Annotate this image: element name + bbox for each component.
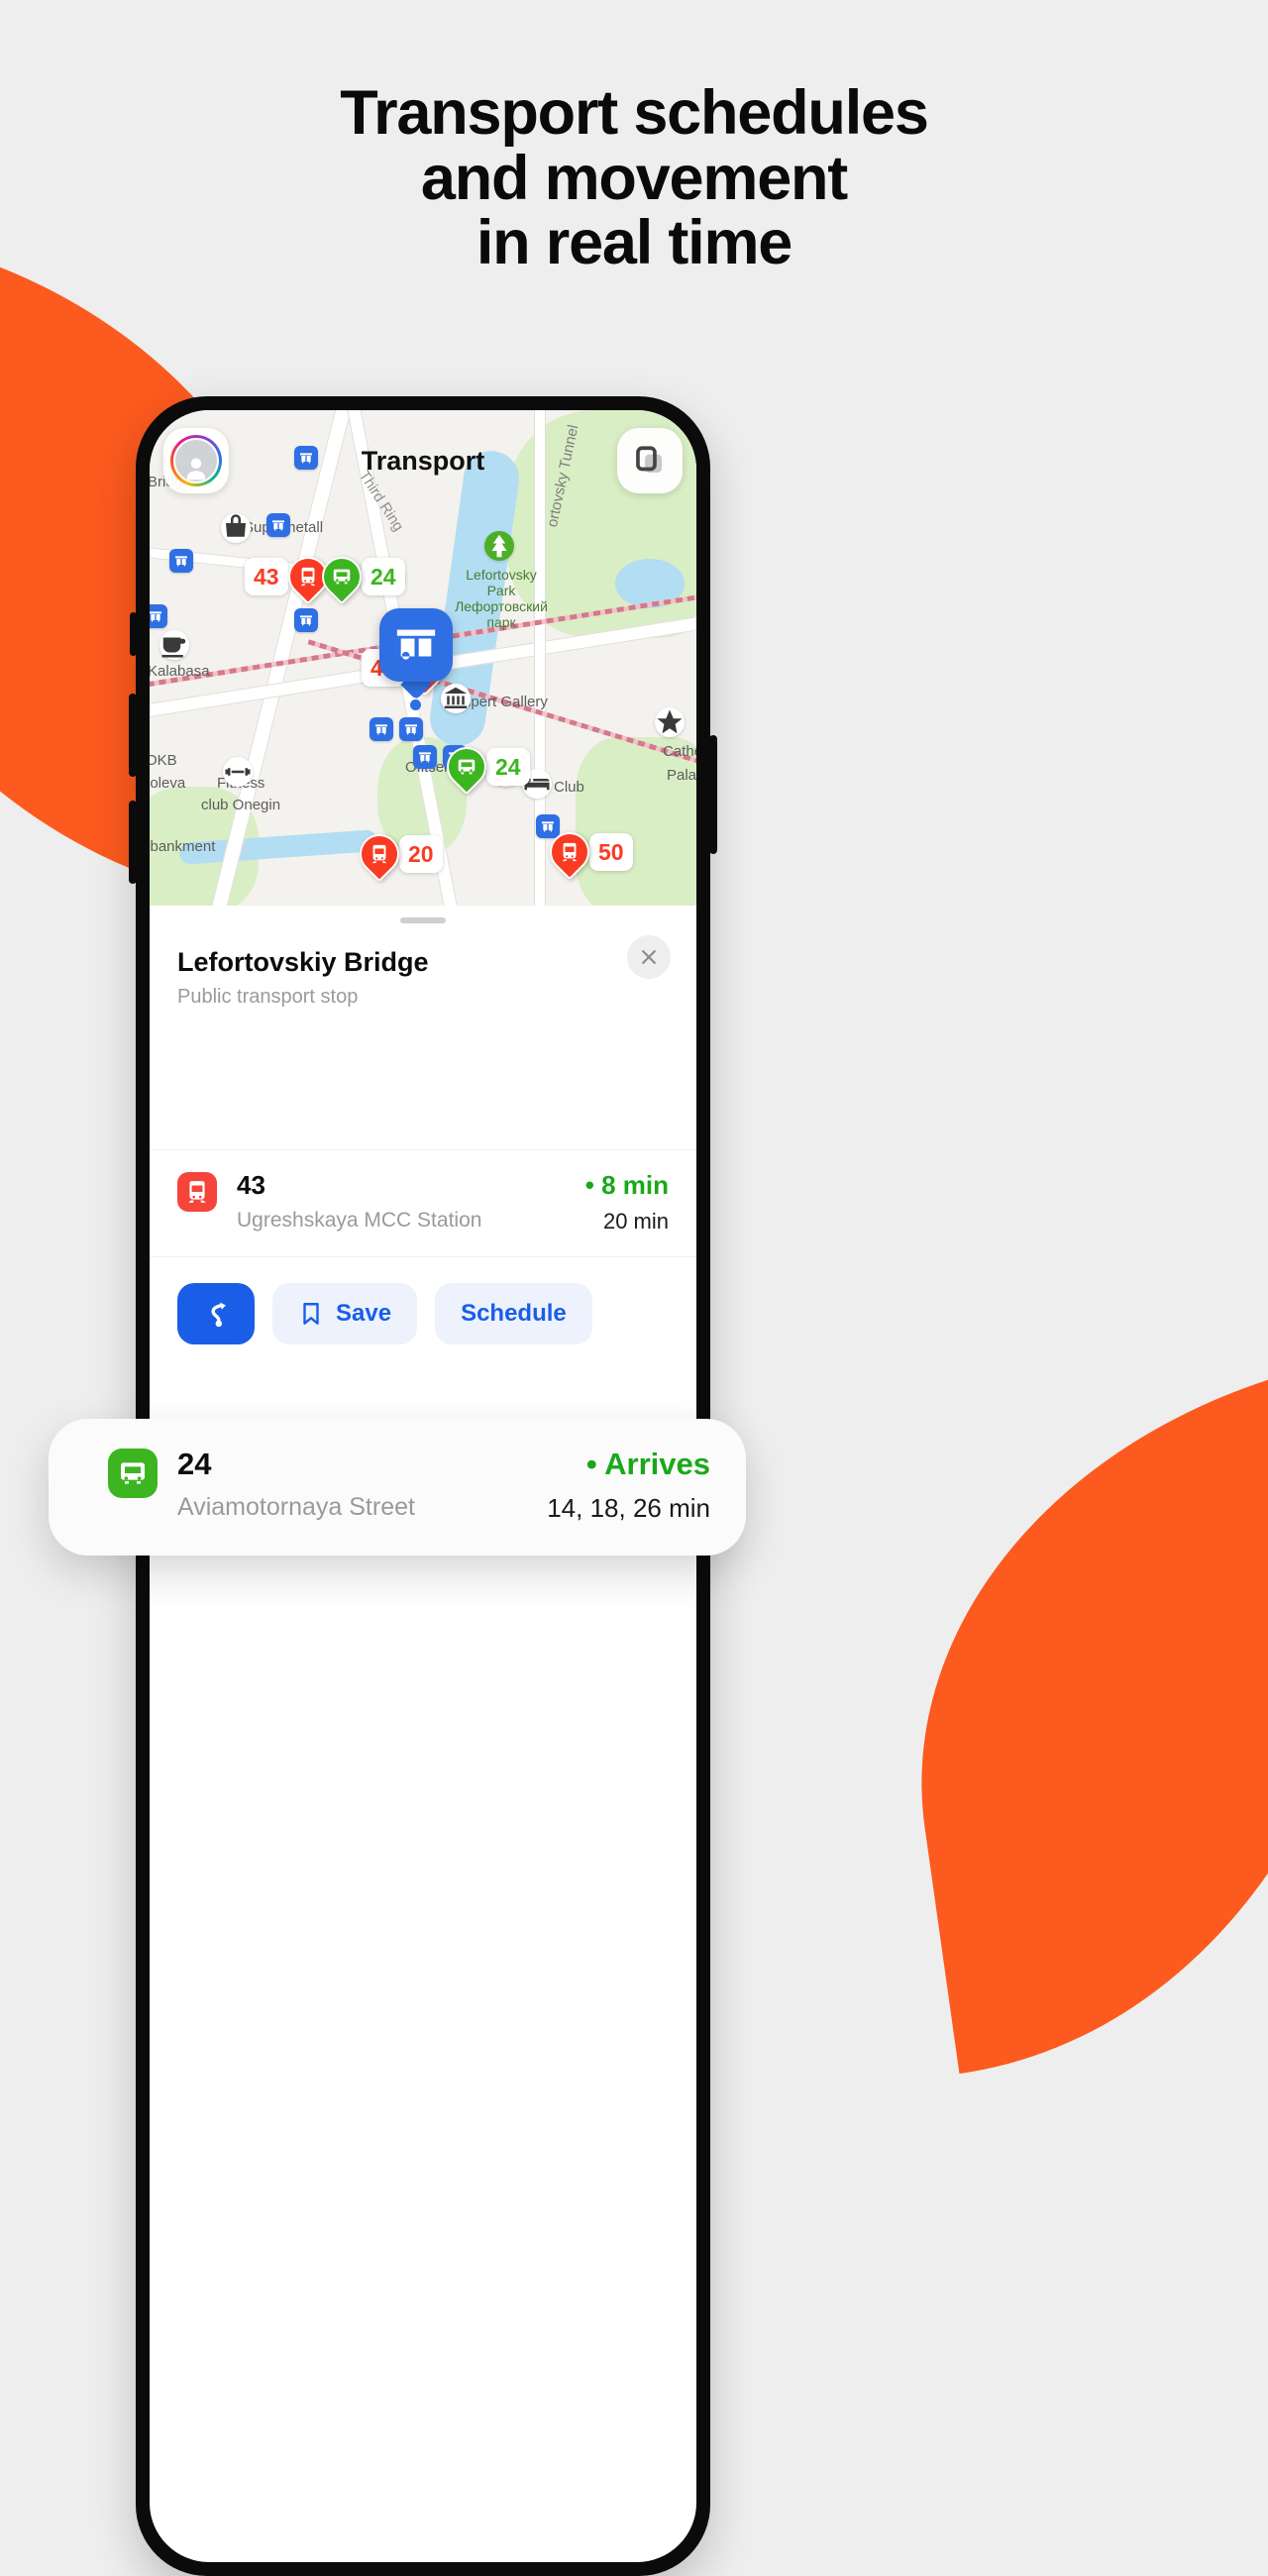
volume-up-button: [129, 694, 137, 777]
route-info: 24 Aviamotornaya Street: [177, 1449, 535, 1522]
arrival-times: 14, 18, 26 min: [547, 1493, 710, 1523]
route-number: 24: [177, 1447, 212, 1481]
map-view[interactable]: Third Ring ortovsky Tunnel Bridge Superm…: [150, 410, 696, 906]
vehicle-route-number: 24: [486, 748, 530, 786]
star-poi-icon[interactable]: [655, 707, 685, 737]
close-button[interactable]: [627, 935, 671, 979]
action-bar: Save Schedule: [150, 1256, 696, 1378]
vehicle-marker-43[interactable]: 43: [245, 548, 336, 605]
arrival-times: 20 min: [602, 1209, 669, 1234]
park-poi-icon[interactable]: [484, 531, 514, 561]
vehicle-route-number: 43: [245, 558, 288, 595]
place-subtitle: Public transport stop: [177, 986, 359, 1008]
map-label-club-onegin: club Onegin: [201, 797, 281, 813]
tram-marker-icon: [351, 825, 408, 883]
transport-stop-icon[interactable]: [169, 549, 193, 573]
map-label-alpert-gallery: Alpert Gallery: [458, 694, 548, 710]
transport-stop-icon[interactable]: [399, 717, 423, 741]
map-layers-icon: [636, 446, 663, 474]
map-label-embankment: mbankment: [150, 838, 216, 855]
page-title: Lefortovskiy Bridge: [177, 947, 429, 977]
tram-icon: [177, 1172, 217, 1212]
status-badge: • Arrives: [585, 1447, 710, 1481]
selected-transport-stop-pin[interactable]: [379, 608, 453, 682]
volume-down-button: [129, 801, 137, 884]
transport-stop-icon[interactable]: [294, 608, 318, 632]
power-button: [709, 735, 717, 854]
map-label-palace: Pala: [667, 767, 696, 784]
vehicle-route-number: 20: [399, 835, 443, 873]
transport-stop-icon[interactable]: [413, 745, 437, 769]
headline-line-3: in real time: [476, 208, 792, 278]
bus-marker-icon: [438, 738, 495, 796]
status-badge: • 8 min: [584, 1170, 669, 1200]
schedule-button[interactable]: Schedule: [435, 1283, 592, 1344]
place-card-sheet: Lefortovskiy Bridge Public transport sto…: [150, 906, 696, 1378]
map-layers-button[interactable]: [617, 428, 683, 493]
mute-switch: [130, 612, 137, 656]
vehicle-marker-20[interactable]: 20: [351, 825, 443, 883]
museum-poi-icon[interactable]: [441, 684, 471, 713]
fitness-poi-icon[interactable]: [223, 757, 253, 787]
map-green-area: [576, 737, 696, 906]
route-directions-button[interactable]: [177, 1283, 255, 1344]
map-label-cathedral: Cathe: [663, 743, 696, 760]
map-label-lefortovsky-park: Lefortovsky Park Лефортовский парк: [455, 567, 548, 631]
vehicle-route-number: 50: [589, 833, 633, 871]
route-destination: Aviamotornaya Street: [177, 1493, 415, 1521]
transport-stop-icon[interactable]: [266, 513, 290, 537]
vehicle-route-number: 24: [362, 558, 405, 595]
map-label-kalabasa: Kalabasa: [150, 663, 210, 680]
cafe-poi-icon[interactable]: [159, 630, 189, 660]
sheet-header: Lefortovskiy Bridge Public transport sto…: [150, 923, 696, 1009]
tram-marker-icon: [541, 823, 598, 881]
vehicle-marker-24[interactable]: 24: [438, 738, 530, 796]
map-screen-title: Transport: [361, 446, 485, 476]
map-label-poleva: poleva: [150, 775, 186, 792]
vehicle-marker-24[interactable]: 24: [313, 548, 405, 605]
transport-stop-icon[interactable]: [150, 604, 167, 628]
selected-pin-dot: [410, 699, 421, 710]
route-number: 43: [237, 1170, 265, 1200]
map-label-okb: OKB: [150, 752, 177, 769]
bus-icon: [108, 1449, 158, 1498]
save-button[interactable]: Save: [272, 1283, 418, 1344]
route-list: 24 Aviamotornaya Street 43 Ugreshskaya M…: [150, 1022, 696, 1256]
vehicle-marker-50[interactable]: 50: [541, 823, 633, 881]
save-label: Save: [336, 1300, 392, 1327]
schedule-label: Schedule: [461, 1300, 567, 1327]
map-label-club: Club: [554, 779, 584, 796]
table-row[interactable]: 43 Ugreshskaya MCC Station • 8 min 20 mi…: [150, 1149, 696, 1256]
headline-line-2: and movement: [420, 143, 848, 213]
highlighted-route-card[interactable]: 24 Aviamotornaya Street • Arrives 14, 18…: [49, 1419, 746, 1556]
bus-marker-icon: [313, 548, 370, 605]
transport-stop-icon[interactable]: [370, 717, 393, 741]
route-timing: • Arrives 14, 18, 26 min: [535, 1449, 710, 1524]
route-destination: Ugreshskaya MCC Station: [237, 1209, 482, 1232]
route-directions-icon: [211, 1302, 226, 1328]
route-timing: • 8 min 20 min: [574, 1172, 669, 1234]
close-icon: [642, 950, 656, 964]
bookmark-icon: [303, 1303, 319, 1325]
shop-poi-icon[interactable]: [221, 513, 251, 543]
decorative-orange-shape-right: [868, 1354, 1268, 2074]
headline-line-1: Transport schedules: [340, 78, 929, 148]
promo-headline: Transport schedules and movement in real…: [0, 78, 1268, 278]
route-info: 43 Ugreshskaya MCC Station: [237, 1172, 574, 1233]
